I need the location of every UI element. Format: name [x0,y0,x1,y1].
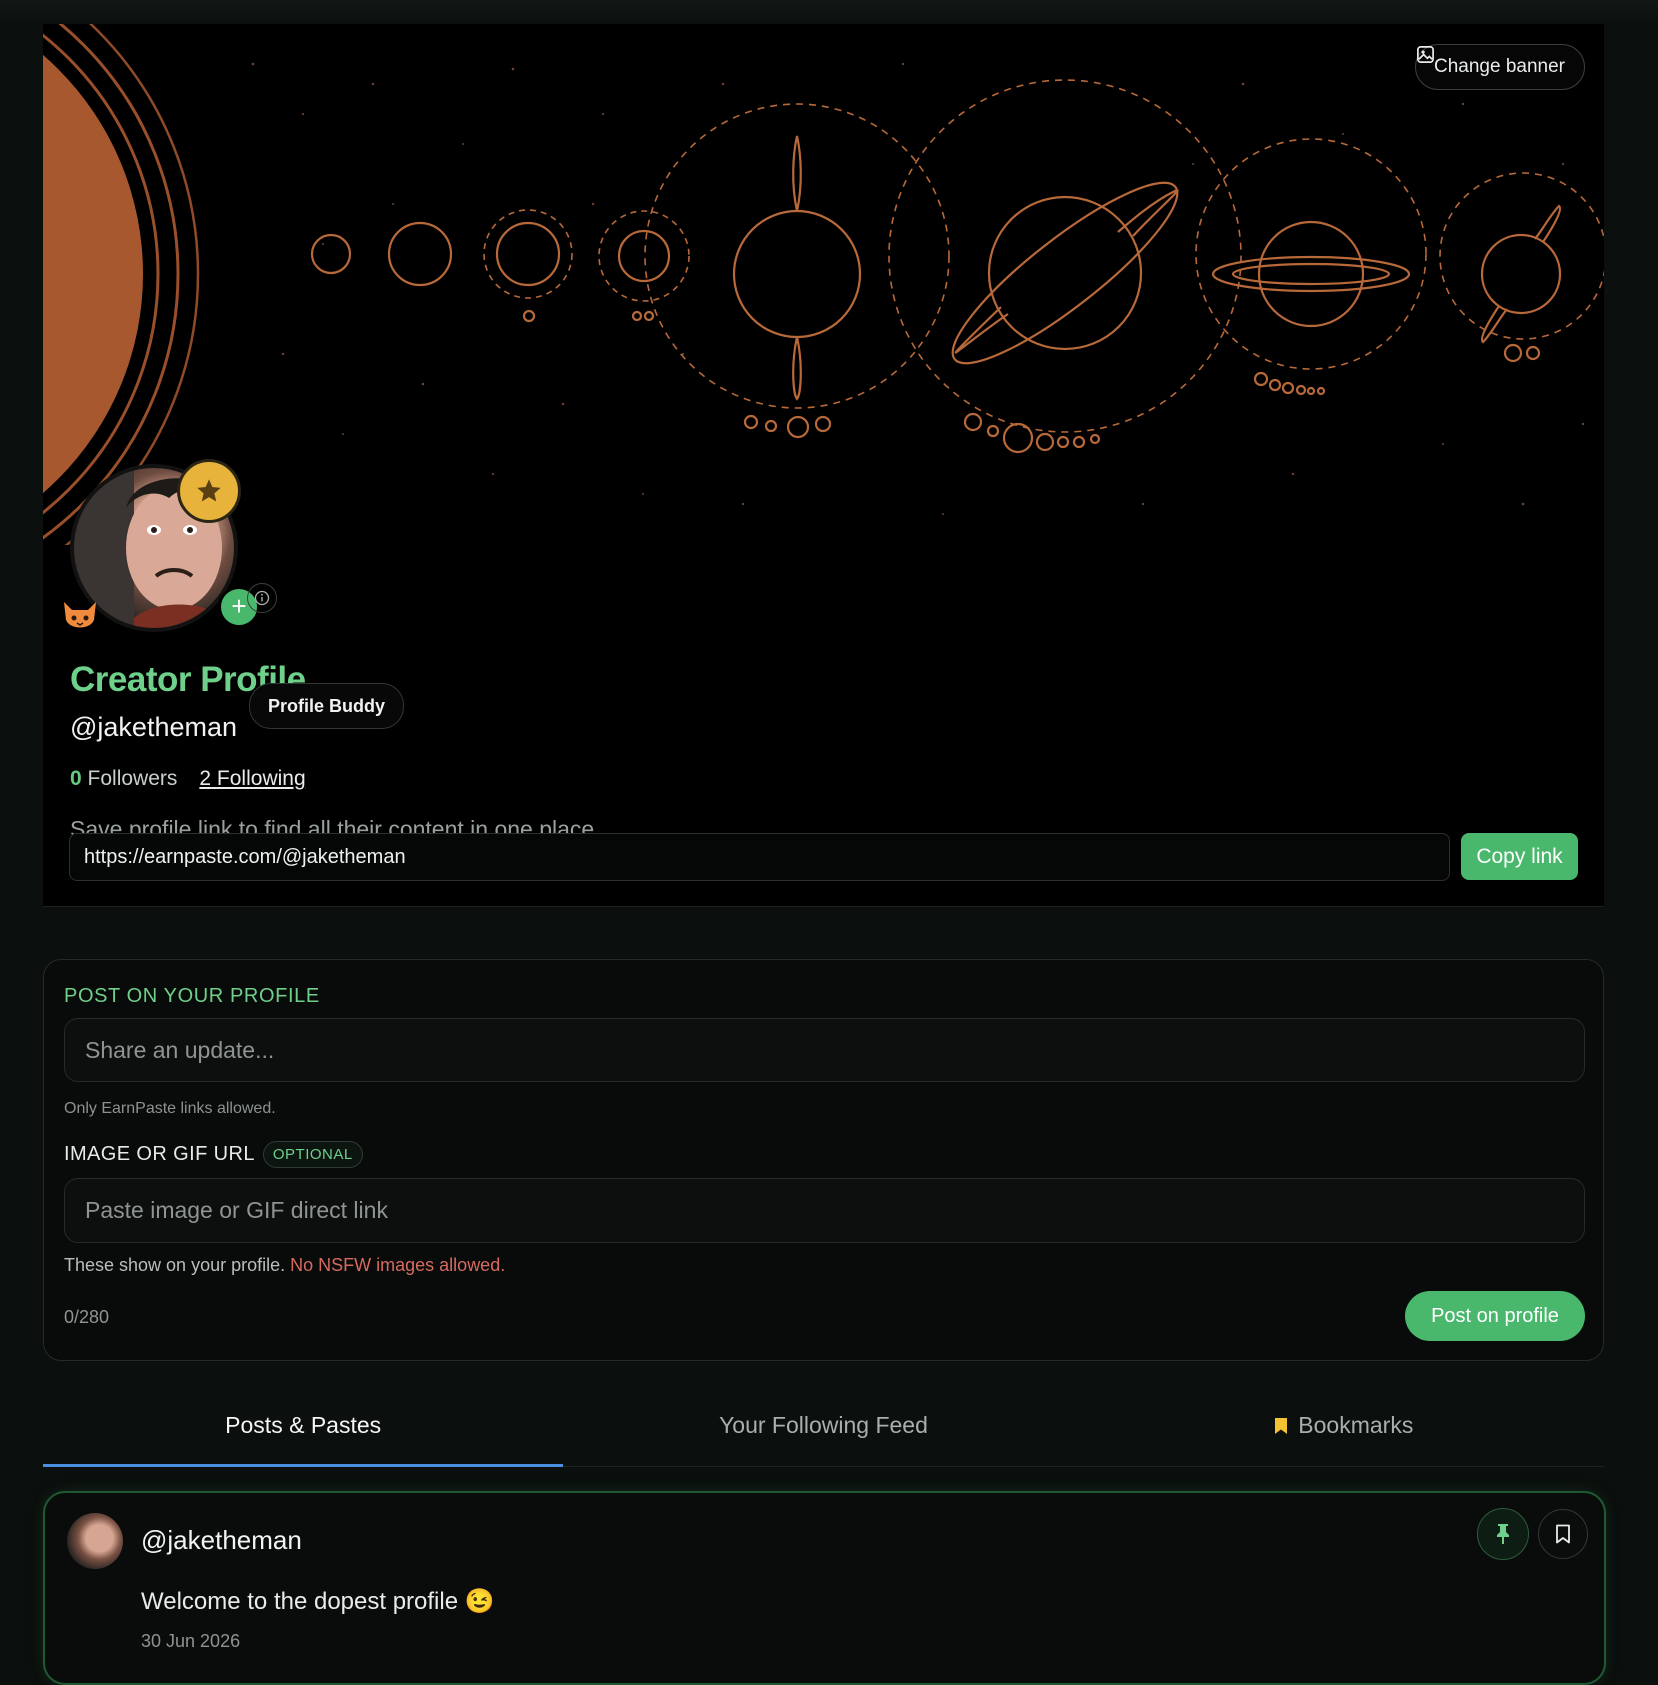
profile-handle: @jaketheman [70,712,237,742]
image-url-label-text: IMAGE OR GIF URL [64,1143,255,1165]
tab-label: Bookmarks [1298,1412,1414,1438]
fox-icon [64,602,96,628]
pin-icon [1497,1524,1509,1544]
post-author[interactable]: @jaketheman [141,1525,302,1556]
followers-stat[interactable]: 0 Followers [70,767,177,791]
image-url-label: IMAGE OR GIF URL OPTIONAL [64,1141,363,1168]
info-glyph [254,590,270,606]
info-icon[interactable] [247,583,277,613]
composer-heading: POST ON YOUR PROFILE [64,985,320,1007]
following-count: 2 [199,767,212,790]
creator-star-badge [177,459,241,523]
image-url-input[interactable]: Paste image or GIF direct link [64,1178,1585,1243]
tab-posts-pastes[interactable]: Posts & Pastes [43,1385,564,1467]
followers-label: Followers [87,767,178,790]
post-date: 30 Jun 2026 [141,1631,241,1651]
image-hint-text: These show on your profile. [64,1255,286,1275]
pin-button[interactable] [1477,1508,1529,1560]
post-card: @jaketheman Welcome to the dopest profil… [43,1491,1606,1685]
follow-stats: 0 Followers 2 Following [70,767,306,791]
followers-count: 0 [70,767,82,790]
tab-bookmarks[interactable]: Bookmarks [1084,1385,1604,1466]
profile-banner: Change banner [43,24,1604,545]
change-banner-button[interactable]: Change banner [1415,44,1585,90]
profile-buddy-button[interactable]: Profile Buddy [249,683,405,729]
top-strip [0,0,1658,24]
star-icon [197,479,221,502]
profile-card: Change banner + Creator Profile @jakethe… [43,24,1604,907]
post-text: Welcome to the dopest profile 😉 [141,1588,495,1615]
links-hint: Only EarnPaste links allowed. [64,1100,276,1117]
bookmark-outline-icon [1556,1524,1570,1544]
profile-tabs: Posts & Pastes Your Following Feed Bookm… [43,1385,1604,1467]
tab-label: Posts & Pastes [225,1412,382,1438]
char-counter: 0/280 [64,1307,110,1327]
bookmark-button[interactable] [1538,1509,1588,1559]
profile-link-field[interactable]: https://earnpaste.com/@jaketheman [69,833,1450,881]
post-on-profile-button[interactable]: Post on profile [1405,1291,1585,1341]
nsfw-warning: No NSFW images allowed. [290,1255,506,1275]
image-icon [1417,46,1434,63]
solar-system-illustration [43,24,1604,545]
bookmark-icon [1275,1417,1288,1434]
change-banner-label: Change banner [1434,56,1565,77]
avatar-group: + [64,459,260,632]
following-label: Following [216,767,306,790]
post-avatar[interactable] [67,1513,123,1569]
composer-card: POST ON YOUR PROFILE Share an update... … [43,959,1604,1361]
update-input[interactable]: Share an update... [64,1018,1585,1082]
tab-following-feed[interactable]: Your Following Feed [563,1385,1083,1466]
image-hint: These show on your profile. No NSFW imag… [64,1255,505,1276]
optional-badge: OPTIONAL [262,1141,363,1168]
tab-label: Your Following Feed [719,1412,928,1438]
copy-link-button[interactable]: Copy link [1461,833,1578,880]
following-link[interactable]: 2 Following [199,767,305,791]
